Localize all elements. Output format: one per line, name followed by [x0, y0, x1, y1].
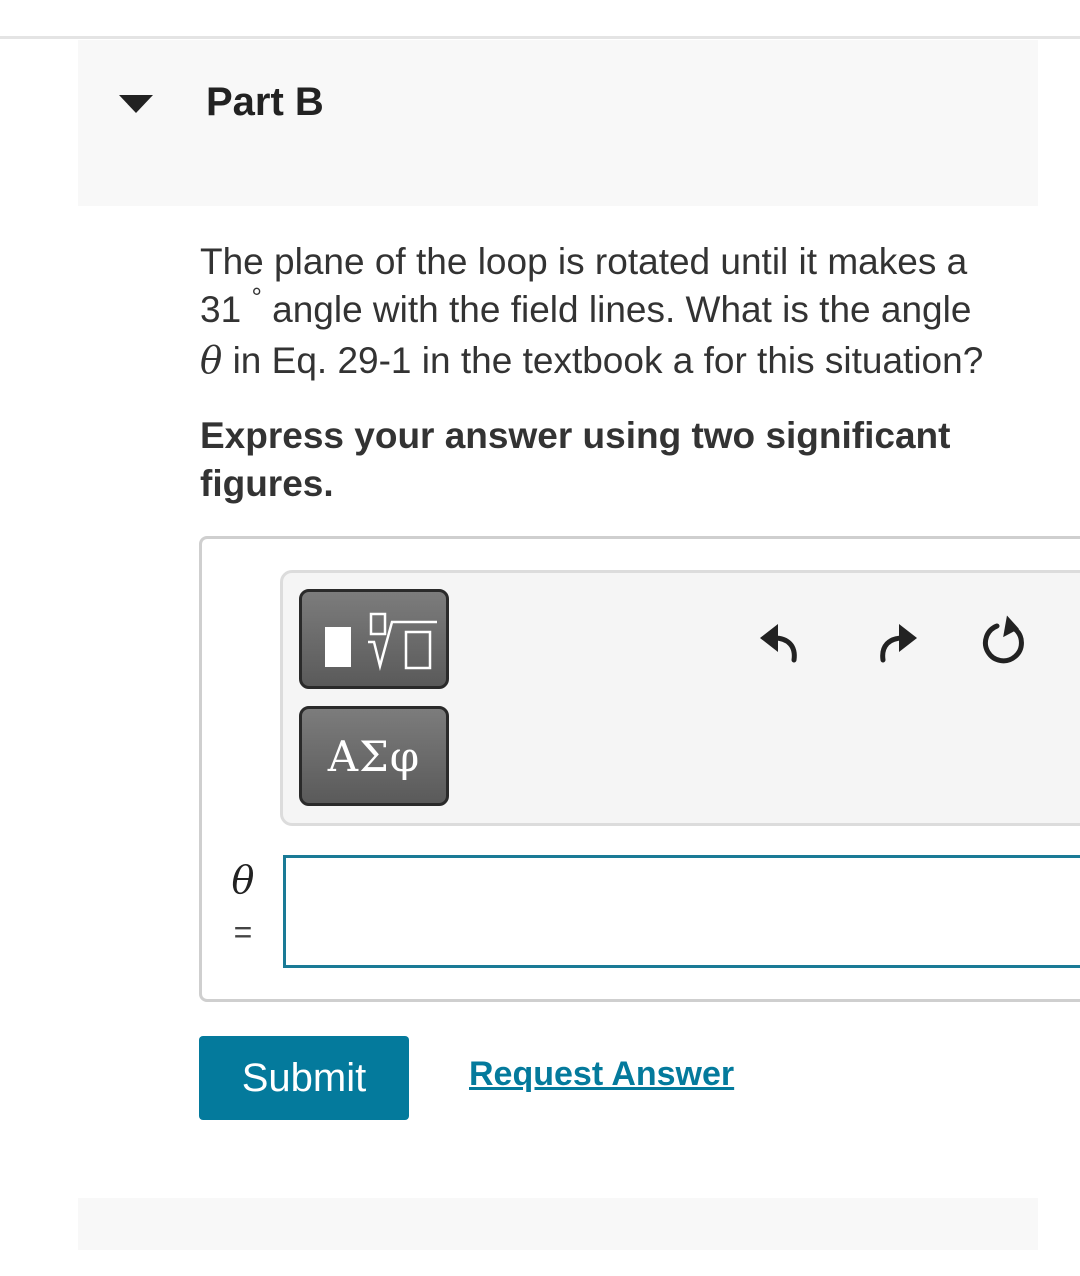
question-line-3: in Eq. 29-1 in the textbook a for this s…	[232, 340, 984, 381]
angle-value: 31	[200, 289, 242, 330]
part-title: Part B	[206, 80, 324, 124]
request-answer-link[interactable]: Request Answer	[469, 1055, 734, 1094]
page: Part B The plane of the loop is rotated …	[0, 0, 1080, 1276]
undo-icon[interactable]	[752, 612, 812, 672]
answer-variable: θ	[231, 858, 255, 902]
answer-instruction: Express your answer using two significan…	[200, 415, 951, 504]
reset-icon[interactable]	[975, 612, 1035, 672]
theta-symbol: θ	[200, 339, 223, 382]
submit-button[interactable]: Submit	[199, 1036, 409, 1120]
question-text: The plane of the loop is rotated until i…	[200, 238, 1060, 385]
redo-icon[interactable]	[865, 612, 925, 672]
symbols-label: ΑΣφ	[327, 731, 421, 781]
top-divider	[0, 36, 1080, 39]
equals-sign: =	[233, 914, 253, 950]
collapse-caret-icon[interactable]	[119, 95, 153, 113]
symbols-button[interactable]: ΑΣφ	[299, 706, 449, 806]
next-part-header[interactable]	[78, 1198, 1038, 1250]
templates-icon	[325, 612, 437, 671]
question-line-1: The plane of the loop is rotated until i…	[200, 241, 968, 282]
answer-input[interactable]	[283, 855, 1080, 968]
question-line-2: angle with the field lines. What is the …	[272, 289, 972, 330]
templates-button[interactable]	[299, 589, 449, 689]
degree-symbol: °	[251, 282, 262, 312]
